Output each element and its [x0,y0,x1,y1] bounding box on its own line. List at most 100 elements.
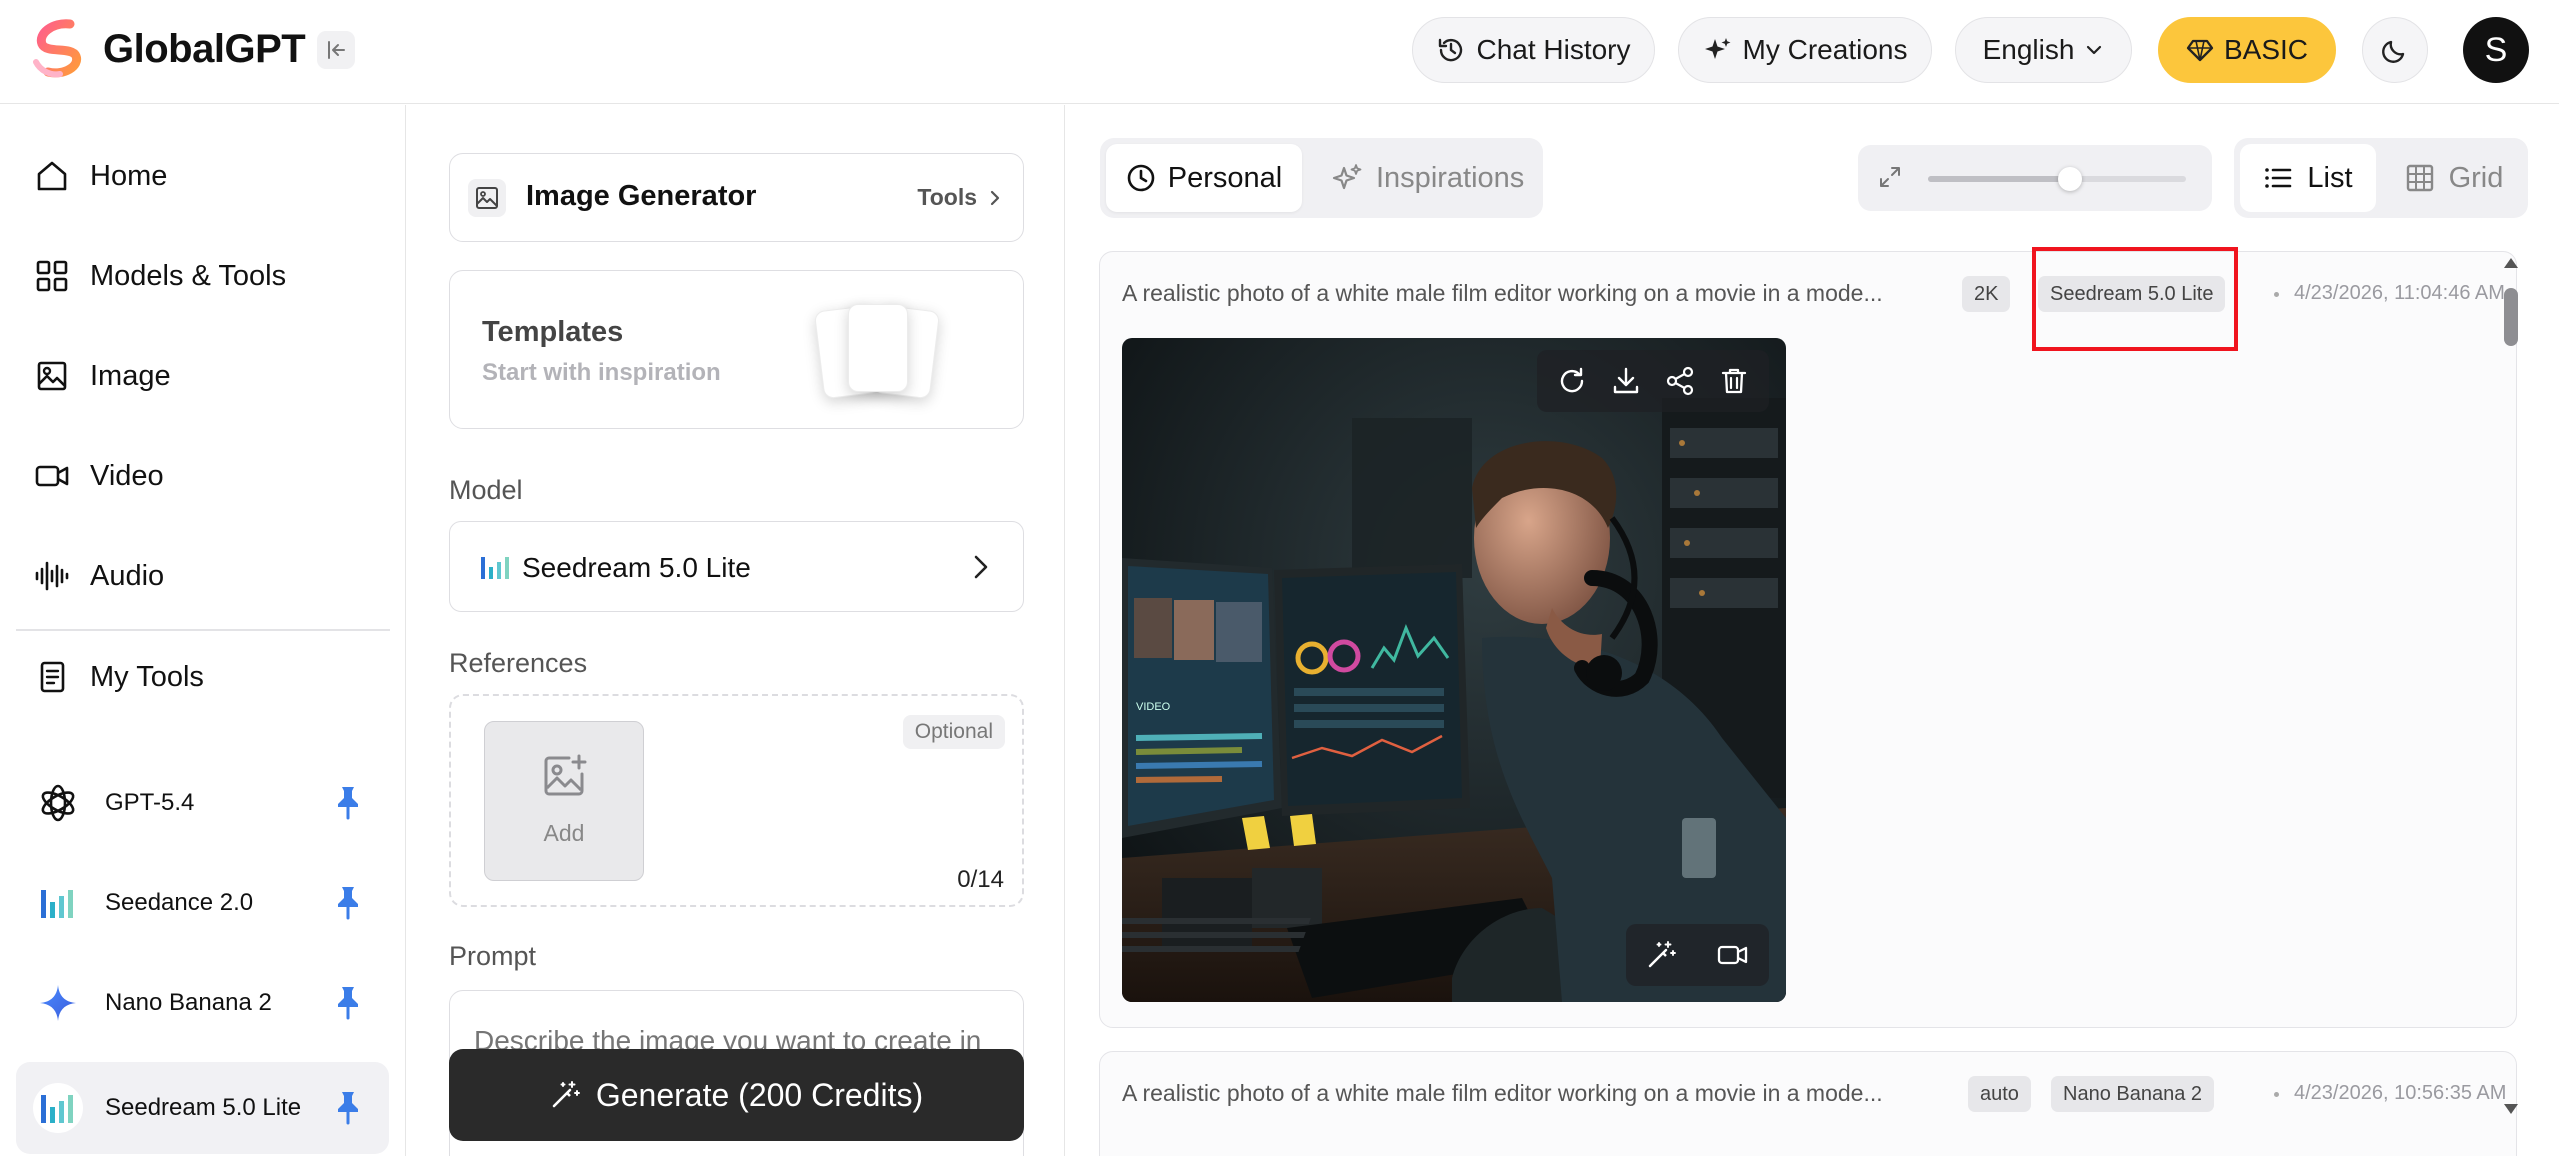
grid-table-icon [2406,164,2433,192]
app-window: GlobalGPT Chat History My Creations Engl… [0,0,2559,1156]
add-label: Add [543,820,585,846]
expand-icon[interactable] [1878,165,1902,189]
pinned-item-seedream[interactable]: Seedream 5.0 Lite [16,1062,389,1154]
tab-inspirations-label: Inspirations [1376,161,1525,194]
scroll-down-arrow-icon[interactable] [2502,1102,2520,1116]
chevron-right-icon [990,190,1000,205]
generator-panel: Image Generator Tools Templates Start wi… [406,105,1065,1156]
language-label: English [1982,34,2075,65]
sidebar-item-label: Home [90,159,168,192]
zoom-slider-thumb[interactable] [2057,167,2082,191]
model-select[interactable]: Seedream 5.0 Lite [449,521,1024,612]
monitor-left-thumbnails [1134,598,1262,662]
collapse-sidebar-button[interactable] [317,31,355,69]
reference-count: 0/14 [957,866,1004,893]
chat-history-button[interactable]: Chat History [1412,17,1655,83]
sidebar-item-image[interactable]: Image [16,336,389,416]
sidebar-item-label: Video [90,459,164,492]
moon-icon [2382,40,2405,63]
references-dropzone[interactable]: Add Optional 0/14 [449,694,1024,907]
video-icon [33,457,71,495]
clock-icon [1127,164,1155,192]
pinned-item-label: Seedream 5.0 Lite [105,1094,302,1121]
pin-icon[interactable] [334,884,362,920]
add-reference-button[interactable]: Add [484,721,644,881]
sidebar-item-models-tools[interactable]: Models & Tools [16,236,389,316]
separator-dot [2274,292,2279,297]
scrollbar-thumb[interactable] [2504,288,2518,346]
image-icon [33,357,71,395]
result-card: A realistic photo of a white male film e… [1099,251,2517,1028]
sparkles-icon [1704,38,1731,59]
sidebar: Home Models & Tools Image Video Audio My… [0,105,406,1156]
view-list-label: List [2307,161,2353,194]
my-creations-button[interactable]: My Creations [1678,17,1932,83]
results-scrollbar[interactable] [2496,252,2526,1132]
bars-chart-icon [33,878,83,928]
sidebar-item-label: My Tools [90,660,204,693]
view-list-button[interactable]: List [2240,144,2376,212]
result-timestamp: 4/23/2026, 11:04:46 AM [2294,282,2505,304]
scroll-up-arrow-icon[interactable] [2502,256,2520,270]
result-prompt[interactable]: A realistic photo of a white male film e… [1122,1080,1883,1107]
top-bar: GlobalGPT Chat History My Creations Engl… [0,0,2559,104]
sidebar-item-home[interactable]: Home [16,136,389,216]
share-icon[interactable] [1664,365,1696,397]
sidebar-item-audio[interactable]: Audio [16,536,389,616]
tab-personal[interactable]: Personal [1106,144,1302,212]
pinned-item-gpt[interactable]: GPT-5.4 [16,757,389,849]
sparkles-icon [1332,164,1362,190]
pinned-item-seedance[interactable]: Seedance 2.0 [16,857,389,949]
tool-selector[interactable]: Image Generator Tools [449,153,1024,242]
regenerate-icon[interactable] [1556,365,1588,397]
user-avatar[interactable]: S [2463,17,2529,83]
history-icon [1439,38,1463,62]
references-label: References [449,648,588,678]
language-select[interactable]: English [1955,17,2132,83]
bars-chart-icon [481,557,509,579]
download-icon[interactable] [1610,365,1642,397]
globalgpt-logo[interactable] [30,18,88,78]
generated-image[interactable]: VIDEO [1122,338,1786,1002]
zoom-slider[interactable] [1928,167,2186,191]
pin-icon[interactable] [334,984,362,1020]
image-actions-toolbar [1537,350,1769,412]
sidebar-item-my-tools[interactable]: My Tools [16,637,389,717]
sidebar-item-label: Audio [90,559,165,592]
trash-icon[interactable] [1718,365,1750,397]
view-grid-button[interactable]: Grid [2386,144,2522,212]
brand-name: GlobalGPT [103,27,306,71]
plan-upgrade-button[interactable]: BASIC [2158,17,2336,83]
sidebar-item-video[interactable]: Video [16,436,389,516]
openai-icon [33,778,83,828]
view-toggle: List Grid [2234,138,2528,218]
bars-chart-icon [33,1083,83,1133]
tools-link-label: Tools [917,184,977,210]
separator-dot [2274,1092,2279,1097]
diamond-icon [2186,39,2214,62]
pin-icon[interactable] [334,1089,362,1125]
magic-wand-icon[interactable] [1645,939,1677,971]
templates-subtitle: Start with inspiration [482,359,721,386]
templates-card[interactable]: Templates Start with inspiration [449,270,1024,429]
chevron-down-icon [2087,45,2102,55]
tab-inspirations[interactable]: Inspirations [1322,144,1532,212]
pin-icon[interactable] [334,784,362,820]
theme-toggle-button[interactable] [2362,17,2428,83]
result-timestamp: 4/23/2026, 10:56:35 AM [2294,1082,2507,1104]
tab-personal-label: Personal [1167,161,1283,194]
tools-link[interactable]: Tools [917,184,1001,211]
pinned-item-label: Nano Banana 2 [105,989,272,1016]
tool-title: Image Generator [526,180,757,212]
pinned-item-nano-banana[interactable]: Nano Banana 2 [16,957,389,1049]
pinned-item-label: Seedance 2.0 [105,889,254,916]
video-icon[interactable] [1716,939,1750,971]
highlight-annotation [2032,247,2238,351]
generate-button[interactable]: Generate (200 Credits) [449,1049,1024,1141]
document-icon [33,658,71,696]
results-tabs: Personal Inspirations [1100,138,1543,218]
monitor-screen-label: VIDEO [1136,701,1171,713]
sidebar-item-label: Image [90,359,171,392]
list-icon [2265,168,2292,188]
result-prompt[interactable]: A realistic photo of a white male film e… [1122,280,1883,307]
